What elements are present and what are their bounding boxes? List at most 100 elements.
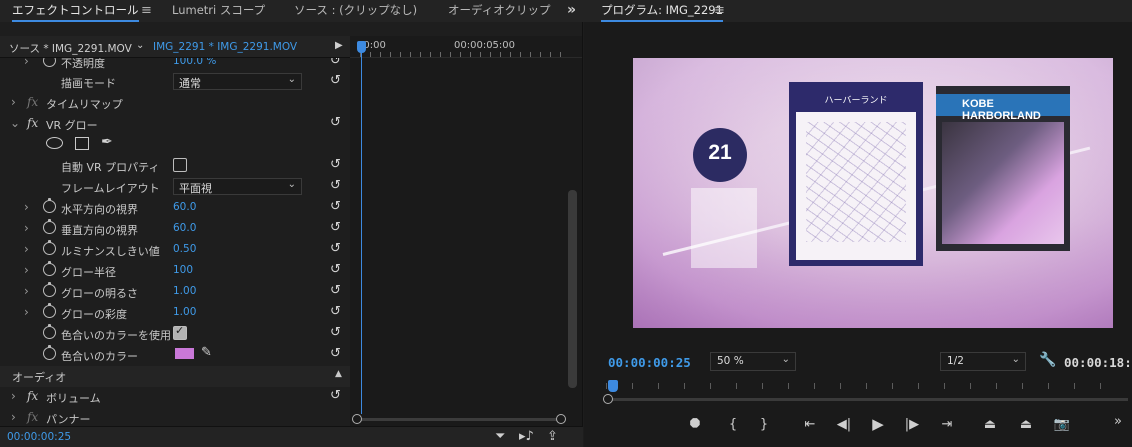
tint-color-swatch[interactable] bbox=[175, 348, 194, 359]
property-value[interactable]: 60.0 bbox=[173, 201, 196, 213]
eyedropper-icon[interactable]: ✎ bbox=[201, 345, 212, 360]
monitor-zoom-handle[interactable] bbox=[603, 394, 613, 404]
stopwatch-icon[interactable] bbox=[43, 219, 56, 234]
collapse-up-icon[interactable]: ▲ bbox=[335, 369, 342, 379]
fx-icon[interactable]: fx bbox=[27, 410, 38, 424]
auto-vr-checkbox[interactable] bbox=[173, 158, 187, 172]
go-to-in-icon[interactable]: ⇤ bbox=[800, 417, 820, 432]
mark-in-icon[interactable]: { bbox=[723, 417, 743, 432]
monitor-time-ruler[interactable] bbox=[606, 377, 1126, 389]
reset-icon[interactable]: ↺ bbox=[330, 283, 341, 298]
opacity-value[interactable]: 100.0 % bbox=[173, 58, 216, 67]
tab-source[interactable]: ソース : (クリップなし) bbox=[294, 0, 417, 22]
property-value[interactable]: 1.00 bbox=[173, 285, 196, 297]
playhead-timecode[interactable]: 00:00:00:25 bbox=[608, 355, 691, 370]
reset-icon[interactable]: ↺ bbox=[330, 325, 341, 340]
extract-icon[interactable]: ⏏ bbox=[1016, 417, 1036, 432]
chevron-right-icon[interactable]: › bbox=[24, 58, 29, 68]
settings-wrench-icon[interactable]: 🔧 bbox=[1039, 352, 1056, 368]
resolution-dropdown[interactable]: 1/2 ⌄ bbox=[940, 352, 1026, 371]
property-value[interactable]: 100 bbox=[173, 264, 193, 276]
reset-icon[interactable]: ↺ bbox=[330, 388, 341, 403]
step-back-icon[interactable]: ◀| bbox=[834, 417, 854, 432]
fx-icon[interactable]: fx bbox=[27, 95, 38, 109]
chevron-right-icon[interactable]: › bbox=[24, 221, 29, 235]
reset-icon[interactable]: ↺ bbox=[330, 220, 341, 235]
go-to-out-icon[interactable]: ⇥ bbox=[937, 417, 957, 432]
reset-icon[interactable]: ↺ bbox=[330, 73, 341, 88]
stopwatch-icon[interactable] bbox=[43, 303, 56, 318]
reset-icon[interactable]: ↺ bbox=[330, 262, 341, 277]
add-marker-icon[interactable]: ⯃ bbox=[685, 417, 705, 432]
effect-row-volume: › fx ボリューム ↺ bbox=[0, 387, 350, 408]
use-tint-checkbox[interactable] bbox=[173, 324, 187, 340]
chevron-right-icon[interactable]: › bbox=[24, 263, 29, 277]
chevron-right-icon[interactable]: › bbox=[24, 305, 29, 319]
panel-menu-icon[interactable]: ≡ bbox=[141, 0, 152, 22]
stopwatch-icon[interactable] bbox=[43, 261, 56, 276]
play-audio-icon[interactable]: ▸♪ bbox=[519, 429, 534, 444]
mark-out-icon[interactable]: } bbox=[754, 417, 774, 432]
chevron-right-icon[interactable]: › bbox=[11, 95, 16, 109]
reset-icon[interactable]: ↺ bbox=[330, 178, 341, 193]
small-sign bbox=[691, 188, 757, 268]
play-icon[interactable]: ▶ bbox=[868, 415, 888, 433]
stopwatch-icon[interactable] bbox=[43, 345, 56, 360]
effect-timeline[interactable]: 00:00 00:00:05:00 bbox=[350, 36, 582, 426]
monitor-playhead[interactable] bbox=[608, 380, 618, 392]
chevron-right-icon[interactable]: › bbox=[11, 389, 16, 403]
reset-icon[interactable]: ↺ bbox=[330, 199, 341, 214]
current-timecode[interactable]: 00:00:00:25 bbox=[7, 431, 71, 443]
tab-effect-controls[interactable]: エフェクトコントロール bbox=[12, 0, 139, 22]
chevron-down-icon[interactable]: ⌄ bbox=[136, 40, 144, 51]
lift-icon[interactable]: ⏏ bbox=[980, 417, 1000, 432]
pen-mask-icon[interactable]: ✒ bbox=[101, 134, 113, 150]
property-value[interactable]: 0.50 bbox=[173, 243, 196, 255]
export-frame-icon[interactable]: 📷 bbox=[1052, 417, 1072, 432]
stopwatch-icon[interactable] bbox=[43, 198, 56, 213]
tab-audio-clip-mixer[interactable]: オーディオクリップ bbox=[448, 0, 550, 22]
ellipse-mask-icon[interactable] bbox=[46, 137, 63, 149]
chevron-right-icon[interactable]: › bbox=[24, 200, 29, 214]
play-only-icon[interactable]: ▶ bbox=[335, 40, 343, 51]
stopwatch-icon[interactable] bbox=[43, 324, 56, 339]
program-menu-icon[interactable]: ≡ bbox=[714, 0, 725, 22]
vertical-scrollbar[interactable] bbox=[568, 190, 577, 388]
step-forward-icon[interactable]: |▶ bbox=[902, 417, 922, 432]
fx-icon[interactable]: fx bbox=[27, 116, 38, 130]
stopwatch-icon[interactable] bbox=[43, 282, 56, 297]
zoom-handle-right[interactable] bbox=[556, 414, 566, 424]
tab-overflow-icon[interactable]: » bbox=[567, 0, 576, 22]
chevron-right-icon[interactable]: › bbox=[24, 284, 29, 298]
tab-program-monitor[interactable]: プログラム: IMG_2291 bbox=[601, 0, 723, 22]
frame-layout-dropdown[interactable]: 平面視 ⌄ bbox=[173, 178, 302, 195]
audio-section-header[interactable]: オーディオ ▲ bbox=[0, 366, 350, 387]
reset-icon[interactable]: ↺ bbox=[330, 241, 341, 256]
button-overflow-icon[interactable]: » bbox=[1108, 414, 1128, 429]
reset-icon[interactable]: ↺ bbox=[330, 346, 341, 361]
stopwatch-icon[interactable] bbox=[43, 240, 56, 255]
stopwatch-icon[interactable] bbox=[43, 58, 56, 67]
blend-mode-dropdown[interactable]: 通常 ⌄ bbox=[173, 73, 302, 90]
fx-icon[interactable]: fx bbox=[27, 389, 38, 403]
property-value[interactable]: 60.0 bbox=[173, 222, 196, 234]
reset-icon[interactable]: ↺ bbox=[330, 58, 341, 68]
export-icon[interactable]: ⇪ bbox=[547, 429, 558, 444]
rectangle-mask-icon[interactable] bbox=[75, 137, 89, 150]
chevron-down-icon[interactable]: ⌄ bbox=[10, 116, 20, 130]
zoom-dropdown[interactable]: 50 % ⌄ bbox=[710, 352, 796, 371]
property-value[interactable]: 1.00 bbox=[173, 306, 196, 318]
reset-icon[interactable]: ↺ bbox=[330, 157, 341, 172]
time-ruler[interactable]: 00:00 00:00:05:00 bbox=[350, 36, 582, 58]
monitor-zoom-track[interactable] bbox=[608, 398, 1128, 401]
video-frame[interactable]: 21 ハーバーランド KOBE HARBORLAND bbox=[633, 58, 1113, 328]
zoom-handle-left[interactable] bbox=[352, 414, 362, 424]
filter-icon[interactable]: ⏷ bbox=[495, 429, 505, 444]
tab-lumetri-scopes[interactable]: Lumetri スコープ bbox=[172, 0, 265, 22]
chevron-right-icon[interactable]: › bbox=[24, 242, 29, 256]
sequence-clip-label[interactable]: IMG_2291 * IMG_2291.MOV bbox=[153, 41, 297, 53]
chevron-right-icon[interactable]: › bbox=[11, 410, 16, 424]
reset-icon[interactable]: ↺ bbox=[330, 304, 341, 319]
timeline-zoom-scrollbar[interactable] bbox=[350, 413, 582, 425]
reset-icon[interactable]: ↺ bbox=[330, 115, 341, 130]
